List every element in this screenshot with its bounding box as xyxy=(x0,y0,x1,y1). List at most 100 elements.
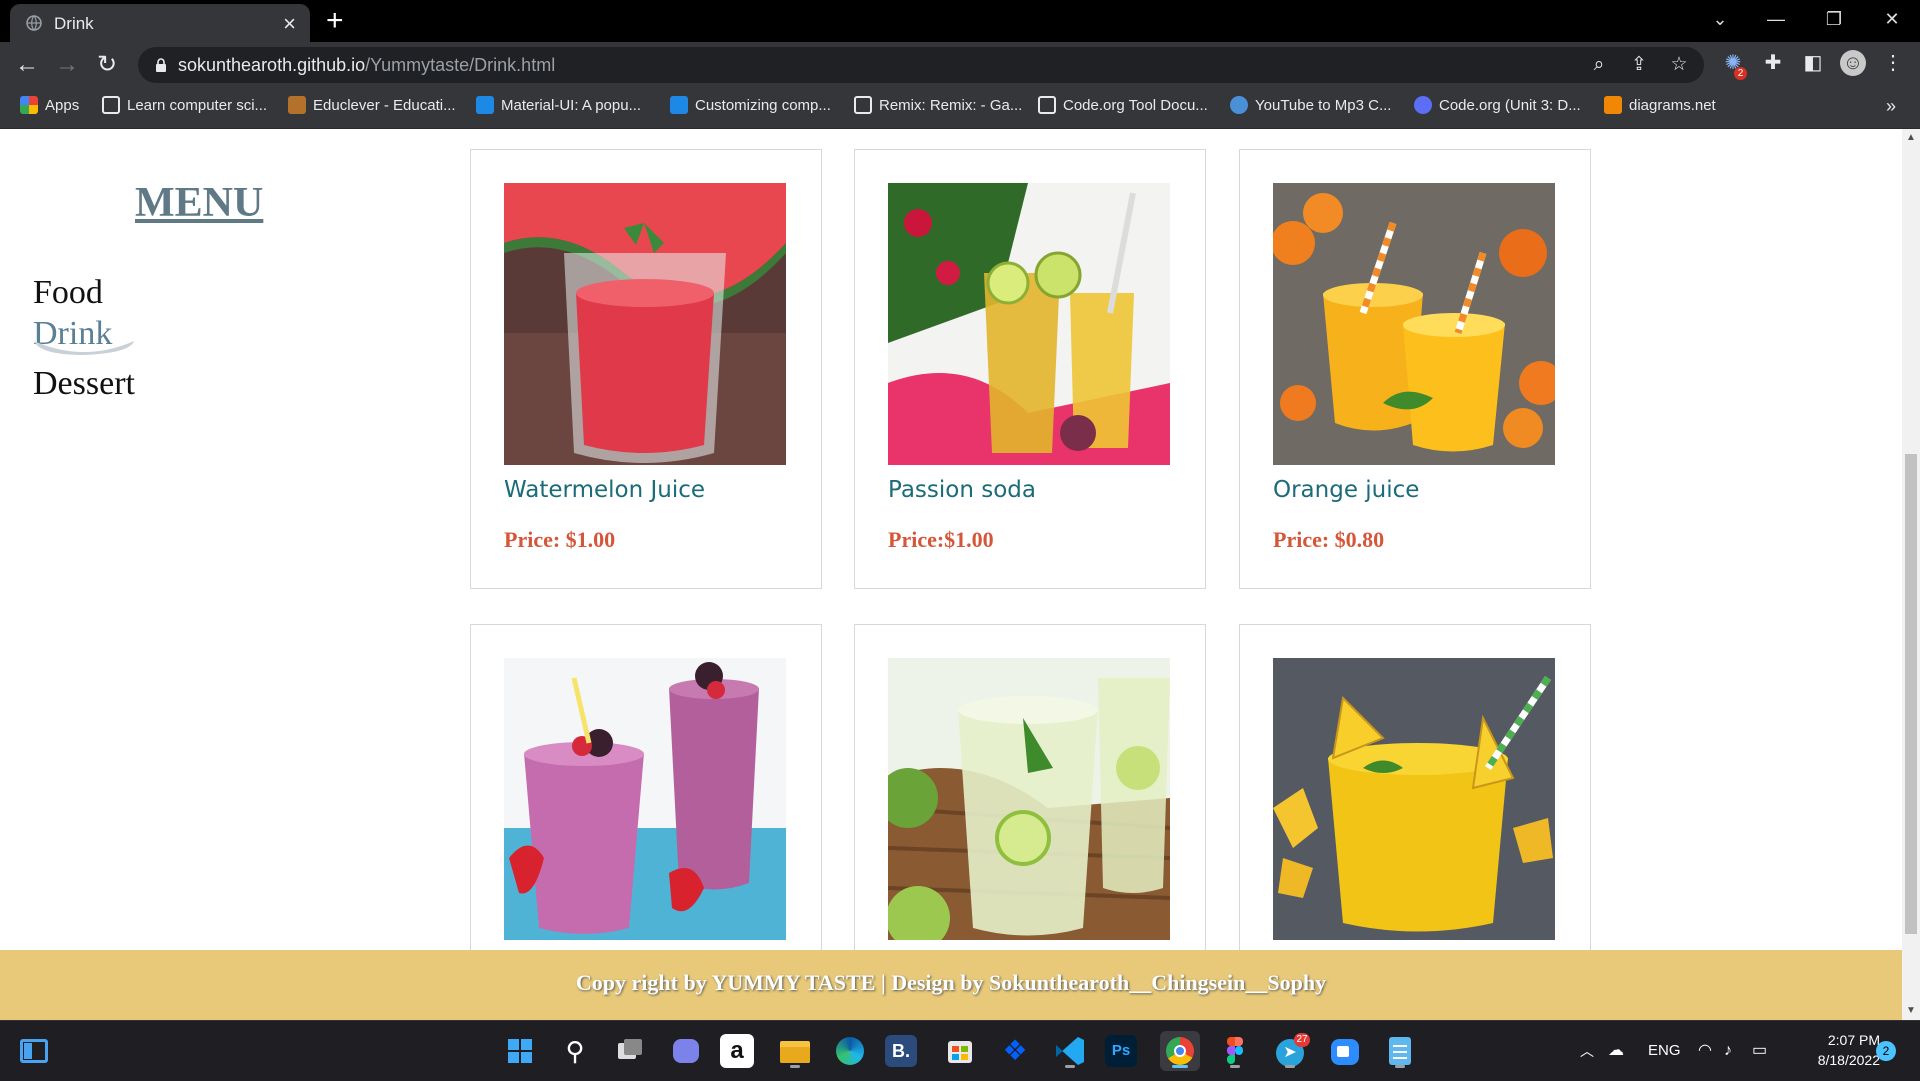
bookmark-favicon-icon xyxy=(670,96,688,115)
product-name: Passion soda xyxy=(888,477,1036,503)
file-explorer-icon[interactable] xyxy=(775,1031,815,1071)
chrome-icon[interactable] xyxy=(1160,1031,1200,1071)
scrollbar-thumb[interactable] xyxy=(1905,454,1917,934)
url-path: /Yummytaste/Drink.html xyxy=(365,55,556,75)
minimize-button[interactable]: — xyxy=(1748,0,1804,42)
onedrive-icon[interactable]: ☁ xyxy=(1608,1021,1624,1081)
url-text: sokunthearoth.github.io/Yummytaste/Drink… xyxy=(178,55,555,76)
tab-search-icon[interactable]: ⌄ xyxy=(1692,0,1748,42)
product-card[interactable] xyxy=(1239,624,1591,950)
bookmark-label: Apps xyxy=(45,97,80,114)
bookmark-item[interactable]: Remix: Remix: - Ga... xyxy=(854,88,1022,124)
task-view-icon[interactable] xyxy=(610,1031,650,1071)
bookmark-favicon-icon xyxy=(1414,96,1432,115)
bookmarks-bar: Apps Learn computer sci... Educlever - E… xyxy=(0,88,1920,129)
dropbox-icon[interactable]: ❖ xyxy=(995,1031,1035,1071)
scroll-up-icon[interactable]: ▲ xyxy=(1902,129,1920,147)
search-icon[interactable]: ⚲ xyxy=(555,1031,595,1071)
bookmark-label: diagrams.net xyxy=(1629,97,1716,114)
product-card[interactable] xyxy=(470,624,822,950)
close-window-button[interactable]: ✕ xyxy=(1864,0,1920,42)
bookmark-item[interactable]: diagrams.net xyxy=(1604,88,1716,124)
bookmark-favicon-icon xyxy=(102,96,120,115)
bookmark-label: Code.org Tool Docu... xyxy=(1063,97,1208,114)
language-indicator[interactable]: ENG xyxy=(1648,1021,1681,1081)
restore-button[interactable]: ❐ xyxy=(1806,0,1862,42)
bookmark-item[interactable]: Code.org Tool Docu... xyxy=(1038,88,1208,124)
photoshop-icon[interactable]: Ps xyxy=(1105,1035,1137,1067)
watermelon-juice-image xyxy=(504,183,786,465)
battery-icon[interactable]: ▭ xyxy=(1752,1021,1767,1081)
windows-start-icon[interactable] xyxy=(500,1031,540,1071)
chat-icon[interactable] xyxy=(665,1031,705,1071)
bookmark-item[interactable]: YouTube to Mp3 C... xyxy=(1230,88,1391,124)
vscode-icon[interactable] xyxy=(1050,1031,1090,1071)
telegram-badge: 27 xyxy=(1294,1033,1310,1047)
clock[interactable]: 2:07 PM 8/18/2022 xyxy=(1790,1030,1880,1070)
more-menu-icon[interactable]: ⋮ xyxy=(1880,50,1906,76)
bookmark-favicon-icon xyxy=(1038,96,1056,115)
product-card[interactable] xyxy=(854,624,1206,950)
widgets-icon[interactable] xyxy=(18,1035,50,1067)
bitwarden-icon[interactable]: B. xyxy=(885,1035,917,1067)
close-tab-icon[interactable]: × xyxy=(283,11,296,37)
side-panel-icon[interactable]: ◧ xyxy=(1800,50,1826,76)
edge-icon[interactable] xyxy=(830,1031,870,1071)
bookmark-item[interactable]: Apps xyxy=(20,88,79,124)
bookmark-label: Material-UI: A popu... xyxy=(501,97,642,114)
scrollbar-track-bottom[interactable]: ▼ xyxy=(1902,950,1920,1020)
bookmark-favicon-icon xyxy=(1230,96,1248,115)
reload-icon[interactable]: ↻ xyxy=(92,50,122,80)
menu-title: MENU xyxy=(135,180,264,226)
bookmark-label: Customizing comp... xyxy=(695,97,831,114)
notification-badge[interactable]: 2 xyxy=(1876,1041,1896,1061)
passion-soda-image xyxy=(888,183,1170,465)
clock-date: 8/18/2022 xyxy=(1817,1052,1880,1068)
amazon-icon[interactable]: a xyxy=(720,1034,754,1068)
bookmark-star-icon[interactable]: ☆ xyxy=(1668,54,1690,76)
bookmark-label: Code.org (Unit 3: D... xyxy=(1439,97,1581,114)
address-bar[interactable]: sokunthearoth.github.io/Yummytaste/Drink… xyxy=(138,47,1704,83)
microsoft-store-icon[interactable] xyxy=(940,1031,980,1071)
avatar[interactable]: ☺ xyxy=(1840,50,1866,76)
more-bookmarks-icon[interactable]: » xyxy=(1886,88,1896,124)
page-viewport: MENU Food Drink Dessert Watermelon Juice… xyxy=(0,129,1902,950)
orange-juice-image xyxy=(1273,183,1555,465)
bookmark-item[interactable]: Educlever - Educati... xyxy=(288,88,456,124)
lock-icon xyxy=(156,58,166,72)
bookmark-item[interactable]: Code.org (Unit 3: D... xyxy=(1414,88,1581,124)
zoom-icon[interactable]: ⌕ xyxy=(1588,54,1610,76)
puzzle-icon[interactable]: ✚ xyxy=(1760,50,1786,76)
new-tab-button[interactable]: + xyxy=(326,3,344,39)
page-scrollbar[interactable]: ▲ xyxy=(1902,129,1920,950)
bookmark-item[interactable]: Material-UI: A popu... xyxy=(476,88,641,124)
bookmark-item[interactable]: Customizing comp... xyxy=(670,88,831,124)
notepad-icon[interactable] xyxy=(1380,1031,1420,1071)
pineapple-smoothie-image xyxy=(1273,658,1555,940)
footer-text: Copy right by YUMMY TASTE | Design by So… xyxy=(575,970,1327,995)
menu-link-dessert[interactable]: Dessert xyxy=(33,365,135,403)
volume-icon[interactable]: ♪ xyxy=(1724,1021,1732,1081)
forward-arrow-icon[interactable]: → xyxy=(52,50,82,80)
product-card[interactable]: Watermelon Juice Price: $1.00 xyxy=(470,149,822,589)
berry-smoothie-image xyxy=(504,658,786,940)
share-icon[interactable]: ⇪ xyxy=(1628,54,1650,76)
back-arrow-icon[interactable]: ← xyxy=(12,50,42,80)
telegram-icon[interactable]: ➤ 27 xyxy=(1270,1031,1310,1071)
tray-chevron-icon[interactable]: ︿ xyxy=(1580,1021,1594,1081)
scroll-down-icon[interactable]: ▼ xyxy=(1902,1002,1920,1020)
zoom-app-icon[interactable] xyxy=(1325,1031,1365,1071)
url-host: sokunthearoth.github.io xyxy=(178,55,366,75)
product-card[interactable]: Orange juice Price: $0.80 xyxy=(1239,149,1591,589)
menu-link-food[interactable]: Food xyxy=(33,274,103,312)
bookmark-label: Remix: Remix: - Ga... xyxy=(879,97,1023,114)
bookmark-item[interactable]: Learn computer sci... xyxy=(102,88,267,124)
wifi-icon[interactable]: ◠ xyxy=(1698,1021,1712,1081)
clock-time: 2:07 PM xyxy=(1827,1032,1880,1048)
bookmark-favicon-icon xyxy=(288,96,306,115)
browser-tab[interactable]: Drink × xyxy=(10,4,310,42)
product-card[interactable]: Passion soda Price:$1.00 xyxy=(854,149,1206,589)
tab-title: Drink xyxy=(54,14,94,33)
windows-taskbar: ⚲ a B. ❖ Ps ➤ 27 ︿ ☁ ENG ◠ ♪ ▭ 2:07 PM 8… xyxy=(0,1020,1920,1081)
figma-icon[interactable] xyxy=(1215,1031,1255,1071)
